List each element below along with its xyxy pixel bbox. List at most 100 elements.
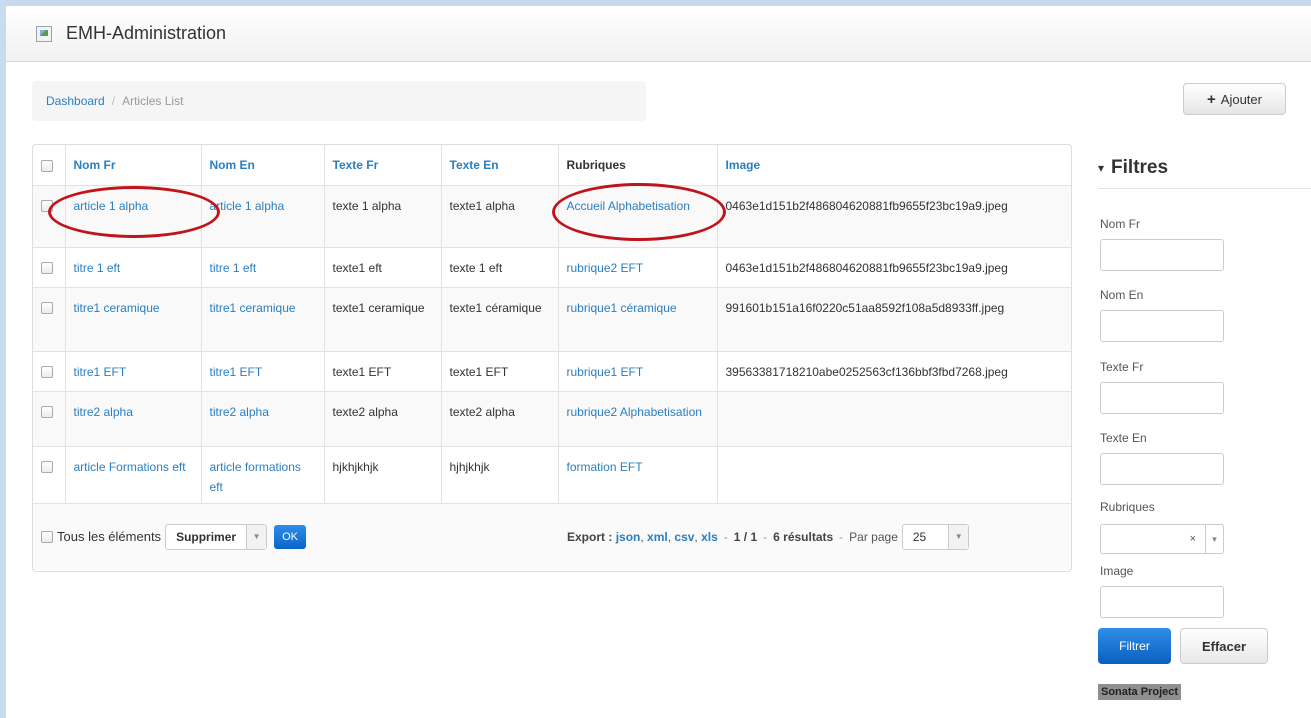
filter-label-nom-fr: Nom Fr [1100,217,1140,231]
cell-nom-en: titre 1 eft [201,247,325,288]
rubrique-link[interactable]: rubrique2 Alphabetisation [567,405,702,419]
pagination-info: 1 / 1 [733,529,758,544]
rubrique-link[interactable]: rubrique1 céramique [567,301,677,315]
export-bar: Export : json, xml, csv, xls - 1 / 1 - 6… [567,504,970,570]
export-csv-link[interactable]: csv [674,530,694,544]
cell-rubriques: formation EFT [558,446,718,504]
nom-en-link[interactable]: article 1 alpha [210,199,285,213]
filter-input-image[interactable] [1100,586,1224,618]
export-xls-link[interactable]: xls [701,530,718,544]
nom-en-link[interactable]: titre2 alpha [210,405,269,419]
nom-fr-link[interactable]: titre1 EFT [74,365,127,379]
cell-rubriques: rubrique1 céramique [558,287,718,352]
cell-rubriques: rubrique2 EFT [558,247,718,288]
separator: - [723,529,728,544]
table-row: article 1 alpha article 1 alpha texte 1 … [33,185,1071,248]
batch-action-select[interactable]: Supprimer ▼ [165,523,268,550]
table-row: titre 1 eft titre 1 eft texte1 eft texte… [33,247,1071,288]
rubrique-link[interactable]: Accueil Alphabetisation [567,199,690,213]
table-row: titre2 alpha titre2 alpha texte2 alpha t… [33,391,1071,447]
export-xml-link[interactable]: xml [647,530,668,544]
table-row: titre1 ceramique titre1 ceramique texte1… [33,287,1071,352]
broken-image-icon [36,25,52,42]
per-page-value: 25 [912,529,927,544]
nom-fr-link[interactable]: titre2 alpha [74,405,133,419]
cell-texte-fr: hjkhjkhjk [324,446,442,504]
nom-fr-link[interactable]: titre1 ceramique [74,301,160,315]
column-header-texte-fr[interactable]: Texte Fr [324,145,442,186]
row-checkbox-cell [33,185,66,248]
select-all-elements[interactable]: Tous les éléments [41,529,161,544]
sonata-project-badge: Sonata Project [1098,684,1182,700]
per-page-select[interactable]: 25 ▼ [901,523,970,550]
filters-panel: ▾ Filtres Nom Fr Nom En Texte Fr Texte E… [1098,150,1311,700]
column-header-nom-fr[interactable]: Nom Fr [65,145,202,186]
rubrique-link[interactable]: rubrique2 EFT [567,261,644,275]
batch-ok-button[interactable]: OK [274,524,306,549]
column-header-rubriques: Rubriques [558,145,718,186]
cell-rubriques: rubrique1 EFT [558,351,718,392]
filter-select-rubriques[interactable]: × ▼ [1100,524,1224,554]
cell-texte-en: texte1 alpha [441,185,559,248]
row-checkbox[interactable] [41,262,53,275]
row-checkbox[interactable] [41,366,53,379]
filter-input-texte-en[interactable] [1100,453,1224,485]
all-elements-label: Tous les éléments [57,529,162,544]
nom-fr-link[interactable]: titre 1 eft [74,261,121,275]
filter-input-nom-en[interactable] [1100,310,1224,342]
cell-texte-fr: texte2 alpha [324,391,442,447]
row-checkbox[interactable] [41,302,53,315]
cell-nom-fr: titre1 ceramique [65,287,202,352]
filter-reset-button[interactable]: Effacer [1180,628,1268,664]
table-row: article Formations eft article formation… [33,446,1071,504]
column-header-texte-en[interactable]: Texte En [441,145,559,186]
rubrique-link[interactable]: formation EFT [567,460,643,474]
breadcrumb-dashboard-link[interactable]: Dashboard [46,94,105,108]
filter-submit-button[interactable]: Filtrer [1098,628,1171,664]
filter-label-image: Image [1100,564,1134,578]
filter-label-texte-fr: Texte Fr [1100,360,1144,374]
nom-fr-link[interactable]: article Formations eft [74,460,186,474]
cell-image [717,446,1071,504]
select-all-header [33,145,66,186]
clear-selection-icon[interactable]: × [1190,533,1196,545]
add-button-label: Ajouter [1220,91,1262,107]
plus-icon: + [1207,90,1216,108]
export-json-link[interactable]: json [616,530,641,544]
app-title[interactable]: EMH-Administration [66,23,226,44]
cell-nom-en: article formations eft [201,446,325,504]
select-all-checkbox[interactable] [41,160,53,173]
cell-texte-en: texte1 céramique [441,287,559,352]
nom-fr-link[interactable]: article 1 alpha [74,199,149,213]
rubrique-link[interactable]: rubrique1 EFT [567,365,644,379]
all-elements-checkbox[interactable] [41,530,53,543]
top-navbar: EMH-Administration [6,6,1311,62]
results-count: 6 résultats [773,529,834,544]
column-header-nom-en[interactable]: Nom En [201,145,325,186]
cell-nom-fr: article Formations eft [65,446,202,504]
breadcrumb-separator: / [111,94,116,108]
filters-title[interactable]: ▾ Filtres [1098,150,1311,186]
filter-input-nom-fr[interactable] [1100,239,1224,271]
column-header-image[interactable]: Image [717,145,1071,186]
cell-image: 0463e1d151b2f486804620881fb9655f23bc19a9… [717,247,1071,288]
row-checkbox[interactable] [41,461,53,474]
filter-input-texte-fr[interactable] [1100,382,1224,414]
nom-en-link[interactable]: titre1 ceramique [210,301,296,315]
batch-action-value: Supprimer [176,529,237,544]
row-checkbox-cell [33,247,66,288]
nom-en-link[interactable]: article formations eft [210,460,301,494]
caret-down-icon: ▾ [1098,161,1105,175]
add-button[interactable]: + Ajouter [1183,83,1286,115]
row-checkbox[interactable] [41,406,53,419]
cell-nom-en: article 1 alpha [201,185,325,248]
nom-en-link[interactable]: titre1 EFT [210,365,263,379]
window-left-edge [0,0,6,718]
row-checkbox[interactable] [41,200,53,213]
cell-nom-en: titre1 ceramique [201,287,325,352]
nom-en-link[interactable]: titre 1 eft [210,261,257,275]
cell-nom-fr: titre 1 eft [65,247,202,288]
row-checkbox-cell [33,287,66,352]
cell-texte-fr: texte1 EFT [324,351,442,392]
cell-nom-fr: titre1 EFT [65,351,202,392]
